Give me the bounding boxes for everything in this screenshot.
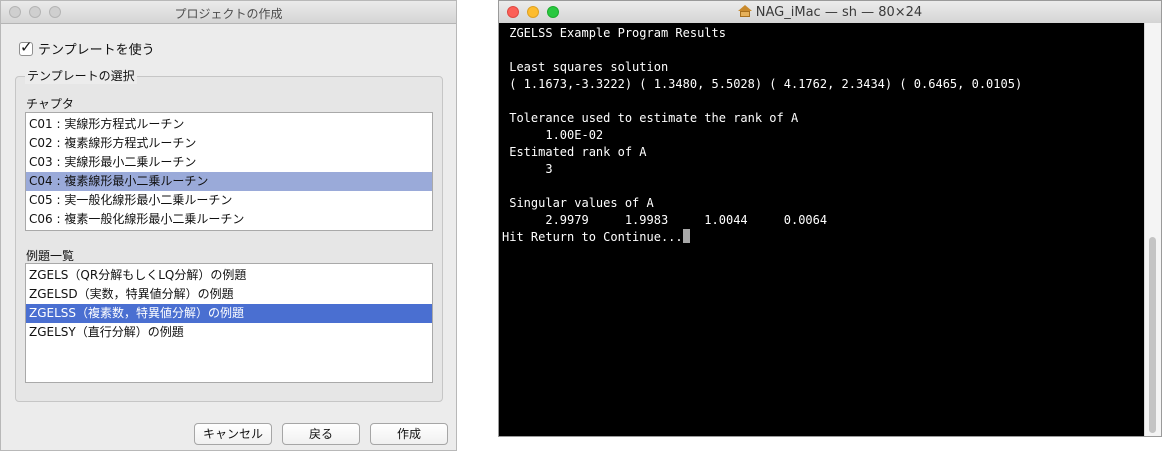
text-cursor <box>682 229 690 243</box>
cancel-button[interactable]: キャンセル <box>194 423 272 445</box>
checkmark-icon: ✓ <box>20 37 33 56</box>
terminal-line: Tolerance used to estimate the rank of A <box>502 111 799 125</box>
terminal-title: NAG_iMac — sh — 80×24 <box>755 5 923 20</box>
use-template-checkbox[interactable]: ✓ <box>19 38 33 56</box>
terminal-scrollbar[interactable] <box>1144 23 1161 436</box>
chapter-item[interactable]: C03 : 実線形最小二乗ルーチン <box>26 153 432 172</box>
dialog-title: プロジェクトの作成 <box>174 7 283 21</box>
example-item[interactable]: ZGELSD（実数，特異値分解）の例題 <box>26 285 432 304</box>
back-button[interactable]: 戻る <box>282 423 360 445</box>
terminal-title-row: NAG_iMac — sh — 80×24 <box>499 5 1161 20</box>
example-item[interactable]: ZGELSY（直行分解）の例題 <box>26 323 432 342</box>
terminal-output[interactable]: ZGELSS Example Program Results Least squ… <box>499 23 1145 436</box>
use-template-row[interactable]: ✓ テンプレートを使う <box>19 38 155 58</box>
chapter-list[interactable]: C01 : 実線形方程式ルーチン C02 : 複素線形方程式ルーチン C03 :… <box>25 112 433 231</box>
terminal-prompt-line: Hit Return to Continue... <box>502 229 1145 246</box>
template-group-label: テンプレートの選択 <box>25 67 137 84</box>
chapter-item[interactable]: C06 : 複素一般化線形最小二乗ルーチン <box>26 210 432 229</box>
terminal-line: Least squares solution <box>502 60 669 74</box>
chapter-item-selected[interactable]: C04 : 複素線形最小二乗ルーチン <box>26 172 432 191</box>
terminal-window: NAG_iMac — sh — 80×24 ZGELSS Example Pro… <box>498 0 1162 437</box>
example-item-selected[interactable]: ZGELSS（複素数，特異値分解）の例題 <box>26 304 432 323</box>
examples-label: 例題一覧 <box>26 249 75 263</box>
chapter-item[interactable]: C05 : 実一般化線形最小二乗ルーチン <box>26 191 432 210</box>
example-item[interactable]: ZGELS（QR分解もしくLQ分解）の例題 <box>26 266 432 285</box>
create-button[interactable]: 作成 <box>370 423 448 445</box>
terminal-line: 1.00E-02 <box>502 128 604 142</box>
terminal-line: Singular values of A <box>502 196 654 210</box>
chapter-label: チャプタ <box>26 97 74 111</box>
scrollbar-thumb[interactable] <box>1149 237 1156 433</box>
chapter-item[interactable]: C01 : 実線形方程式ルーチン <box>26 115 432 134</box>
terminal-line: ( 1.1673,-3.3222) ( 1.3480, 5.5028) ( 4.… <box>502 77 1023 91</box>
chapter-item[interactable]: C02 : 複素線形方程式ルーチン <box>26 134 432 153</box>
terminal-line: Estimated rank of A <box>502 145 647 159</box>
terminal-titlebar: NAG_iMac — sh — 80×24 <box>499 1 1161 24</box>
terminal-prompt: Hit Return to Continue... <box>502 230 683 244</box>
home-icon <box>737 5 752 17</box>
examples-list[interactable]: ZGELS（QR分解もしくLQ分解）の例題 ZGELSD（実数，特異値分解）の例… <box>25 263 433 383</box>
dialog-titlebar: プロジェクトの作成 <box>1 1 456 24</box>
use-template-label: テンプレートを使う <box>38 43 155 58</box>
project-dialog-window: プロジェクトの作成 ✓ テンプレートを使う テンプレートの選択 チャプタ C01… <box>0 0 457 451</box>
terminal-line: 2.9979 1.9983 1.0044 0.0064 <box>502 213 828 227</box>
terminal-line: 3 <box>502 162 553 176</box>
terminal-line: ZGELSS Example Program Results <box>502 26 726 40</box>
